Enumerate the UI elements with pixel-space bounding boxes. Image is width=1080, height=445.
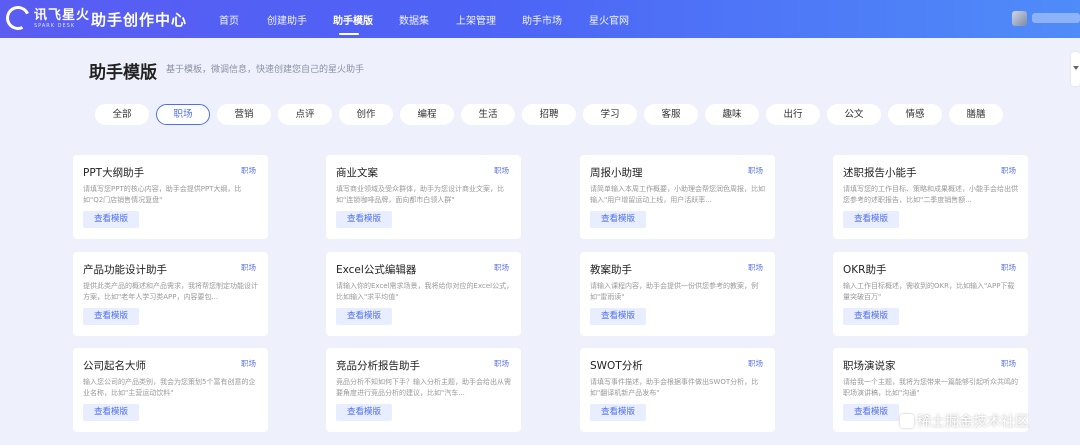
- view-template-button[interactable]: 查看模版: [843, 308, 899, 325]
- card-description: 请简单输入本周工作概要，小助理会帮您润色周报，比如输入"用户增留运动上线，用户活…: [590, 185, 765, 204]
- category-chip-active[interactable]: 职场: [156, 104, 210, 125]
- card-category-tag: 职场: [748, 166, 763, 175]
- watermark-logo-icon: [900, 414, 914, 428]
- card-title: 周报小助理: [590, 167, 643, 179]
- category-chip[interactable]: 招聘: [522, 104, 576, 125]
- nav-item-home[interactable]: 首页: [219, 12, 239, 27]
- category-chip[interactable]: 营销: [217, 104, 271, 125]
- card-description: 请给我一个主题，我将为您带来一篇能够引起听众共鸣的职场演讲稿，比如"沟通": [843, 378, 1018, 397]
- card-category-tag: 职场: [241, 166, 256, 175]
- card-category-tag: 职场: [748, 359, 763, 368]
- card-category-tag: 职场: [494, 263, 509, 272]
- card-title: 公司起名大师: [83, 360, 146, 372]
- card-title: 产品功能设计助手: [83, 264, 167, 276]
- card-description: 请填写您PPT的核心内容，助手会提供PPT大纲，比如"Q2门店销售情况复盘": [83, 185, 242, 204]
- view-template-button[interactable]: 查看模版: [83, 308, 139, 325]
- nav-item-datasets[interactable]: 数据集: [399, 12, 429, 27]
- view-template-button[interactable]: 查看模版: [590, 308, 646, 325]
- nav-item-create-assistant[interactable]: 创建助手: [267, 12, 307, 27]
- card-title: OKR助手: [843, 264, 887, 276]
- logo-subtext: SPARK DESK: [34, 23, 76, 29]
- category-chip[interactable]: 点评: [278, 104, 332, 125]
- view-template-button[interactable]: 查看模版: [590, 211, 646, 228]
- logo-name: 讯飞星火: [34, 8, 91, 23]
- view-template-button[interactable]: 查看模版: [83, 404, 139, 421]
- template-card[interactable]: 商业文案 职场 填写商业领域及受众群体，助手为您设计商业文案，比如"连锁咖啡品牌…: [326, 155, 521, 239]
- category-chip[interactable]: 全部: [95, 104, 149, 125]
- nav-item-templates[interactable]: 助手模版: [333, 12, 373, 27]
- category-chip[interactable]: 公文: [827, 104, 881, 125]
- card-title: Excel公式编辑器: [336, 264, 417, 276]
- view-template-button[interactable]: 查看模版: [336, 404, 392, 421]
- nav-item-publish-manage[interactable]: 上架管理: [456, 12, 496, 27]
- card-description: 竞品分析不知如何下手？输入分析主题，助手会给出从需要角度进行竞品分析的建议，比如…: [336, 378, 511, 397]
- card-category-tag: 职场: [1001, 263, 1016, 272]
- logo-text: 讯飞星火 SPARK DESK: [34, 8, 92, 29]
- view-template-button[interactable]: 查看模版: [336, 308, 392, 325]
- category-chip[interactable]: 学习: [583, 104, 637, 125]
- card-description: 请输入课程内容，助手会提供一份供您参考的教案，例如"雷雨读": [590, 282, 758, 301]
- card-description: 请填写事件描述，助手会根据事件做出SWOT分析，比如"翻译机新产品发布": [590, 378, 759, 397]
- watermark-text: 稀土掘金技术社区: [917, 414, 1029, 430]
- category-chip[interactable]: 生活: [461, 104, 515, 125]
- spark-logo-icon: [2, 2, 34, 34]
- user-name-redacted[interactable]: [1032, 13, 1080, 23]
- template-card[interactable]: 教案助手 职场 请输入课程内容，助手会提供一份供您参考的教案，例如"雷雨读" 查…: [580, 252, 775, 336]
- page-title: 助手模版: [89, 63, 157, 83]
- top-nav-bar: 讯飞星火 SPARK DESK 助手创作中心 首页 创建助手 助手模版 数据集 …: [0, 0, 1080, 38]
- card-description: 输入您公司的产品类别，我会为您策划5个富有创意的企业名称，比如"主营运动饮料": [83, 378, 256, 397]
- nav-item-market[interactable]: 助手市场: [522, 12, 562, 27]
- card-category-tag: 职场: [241, 359, 256, 368]
- card-description: 提供此类产品的概述和产品需求，我将帮您制定功能设计方案，比如"老年人学习类APP…: [83, 282, 258, 301]
- template-card[interactable]: 公司起名大师 职场 输入您公司的产品类别，我会为您策划5个富有创意的企业名称，比…: [73, 348, 268, 432]
- card-description: 输入工作目标概述，需收到的OKR，比如输入"APP下载量突破百万": [843, 282, 1015, 301]
- template-card[interactable]: 产品功能设计助手 职场 提供此类产品的概述和产品需求，我将帮您制定功能设计方案，…: [73, 252, 268, 336]
- view-template-button[interactable]: 查看模版: [843, 211, 899, 228]
- template-card[interactable]: Excel公式编辑器 职场 请输入你的Excel需求场景，我将给你对应的Exce…: [326, 252, 521, 336]
- template-card[interactable]: 周报小助理 职场 请简单输入本周工作概要，小助理会帮您润色周报，比如输入"用户增…: [580, 155, 775, 239]
- category-chip[interactable]: 出行: [766, 104, 820, 125]
- template-card[interactable]: 竞品分析报告助手 职场 竞品分析不知如何下手？输入分析主题，助手会给出从需要角度…: [326, 348, 521, 432]
- category-chip[interactable]: 趣味: [705, 104, 759, 125]
- card-title: 述职报告小能手: [843, 167, 917, 179]
- app-title: 助手创作中心: [91, 11, 188, 29]
- category-chip[interactable]: 编程: [400, 104, 454, 125]
- nav-item-official-site[interactable]: 星火官网: [589, 12, 629, 27]
- scroll-arrow-icon[interactable]: [1073, 66, 1079, 70]
- card-title: 商业文案: [336, 167, 378, 179]
- category-chip[interactable]: 创作: [339, 104, 393, 125]
- view-template-button[interactable]: 查看模版: [843, 404, 899, 421]
- card-category-tag: 职场: [494, 359, 509, 368]
- category-chip[interactable]: 客服: [644, 104, 698, 125]
- template-card[interactable]: SWOT分析 职场 请填写事件描述，助手会根据事件做出SWOT分析，比如"翻译机…: [580, 348, 775, 432]
- card-description: 请输入你的Excel需求场景，我将给你对应的Excel公式，比如输入"求平均值": [336, 282, 514, 301]
- category-chip[interactable]: 情感: [888, 104, 942, 125]
- card-category-tag: 职场: [748, 263, 763, 272]
- brand-logo[interactable]: 讯飞星火 SPARK DESK: [2, 2, 89, 34]
- user-avatar[interactable]: [1012, 11, 1027, 26]
- card-title: PPT大纲助手: [83, 167, 145, 179]
- card-description: 填写商业领域及受众群体，助手为您设计商业文案，比如"连锁咖啡品牌，面向都市白领人…: [336, 185, 504, 204]
- card-title: 竞品分析报告助手: [336, 360, 420, 372]
- card-title: SWOT分析: [590, 360, 643, 372]
- view-template-button[interactable]: 查看模版: [83, 211, 139, 228]
- card-description: 请填写您的工作目标、策略和成果概述，小能手会给出供您参考的述职报告，比如"二季度…: [843, 185, 1018, 204]
- view-template-button[interactable]: 查看模版: [336, 211, 392, 228]
- view-template-button[interactable]: 查看模版: [590, 404, 646, 421]
- template-card[interactable]: 述职报告小能手 职场 请填写您的工作目标、策略和成果概述，小能手会给出供您参考的…: [833, 155, 1028, 239]
- template-card[interactable]: OKR助手 职场 输入工作目标概述，需收到的OKR，比如输入"APP下载量突破百…: [833, 252, 1028, 336]
- card-title: 职场演说家: [843, 360, 896, 372]
- card-category-tag: 职场: [241, 263, 256, 272]
- card-title: 教案助手: [590, 264, 632, 276]
- category-chip[interactable]: 膳膳: [949, 104, 1003, 125]
- card-category-tag: 职场: [1001, 166, 1016, 175]
- nav-active-indicator: [339, 33, 359, 35]
- watermark: 稀土掘金技术社区: [900, 411, 1029, 433]
- page-subtitle: 基于模板，微调信息，快速创建您自己的星火助手: [166, 65, 365, 75]
- template-card[interactable]: PPT大纲助手 职场 请填写您PPT的核心内容，助手会提供PPT大纲，比如"Q2…: [73, 155, 268, 239]
- card-category-tag: 职场: [494, 166, 509, 175]
- card-category-tag: 职场: [1001, 359, 1016, 368]
